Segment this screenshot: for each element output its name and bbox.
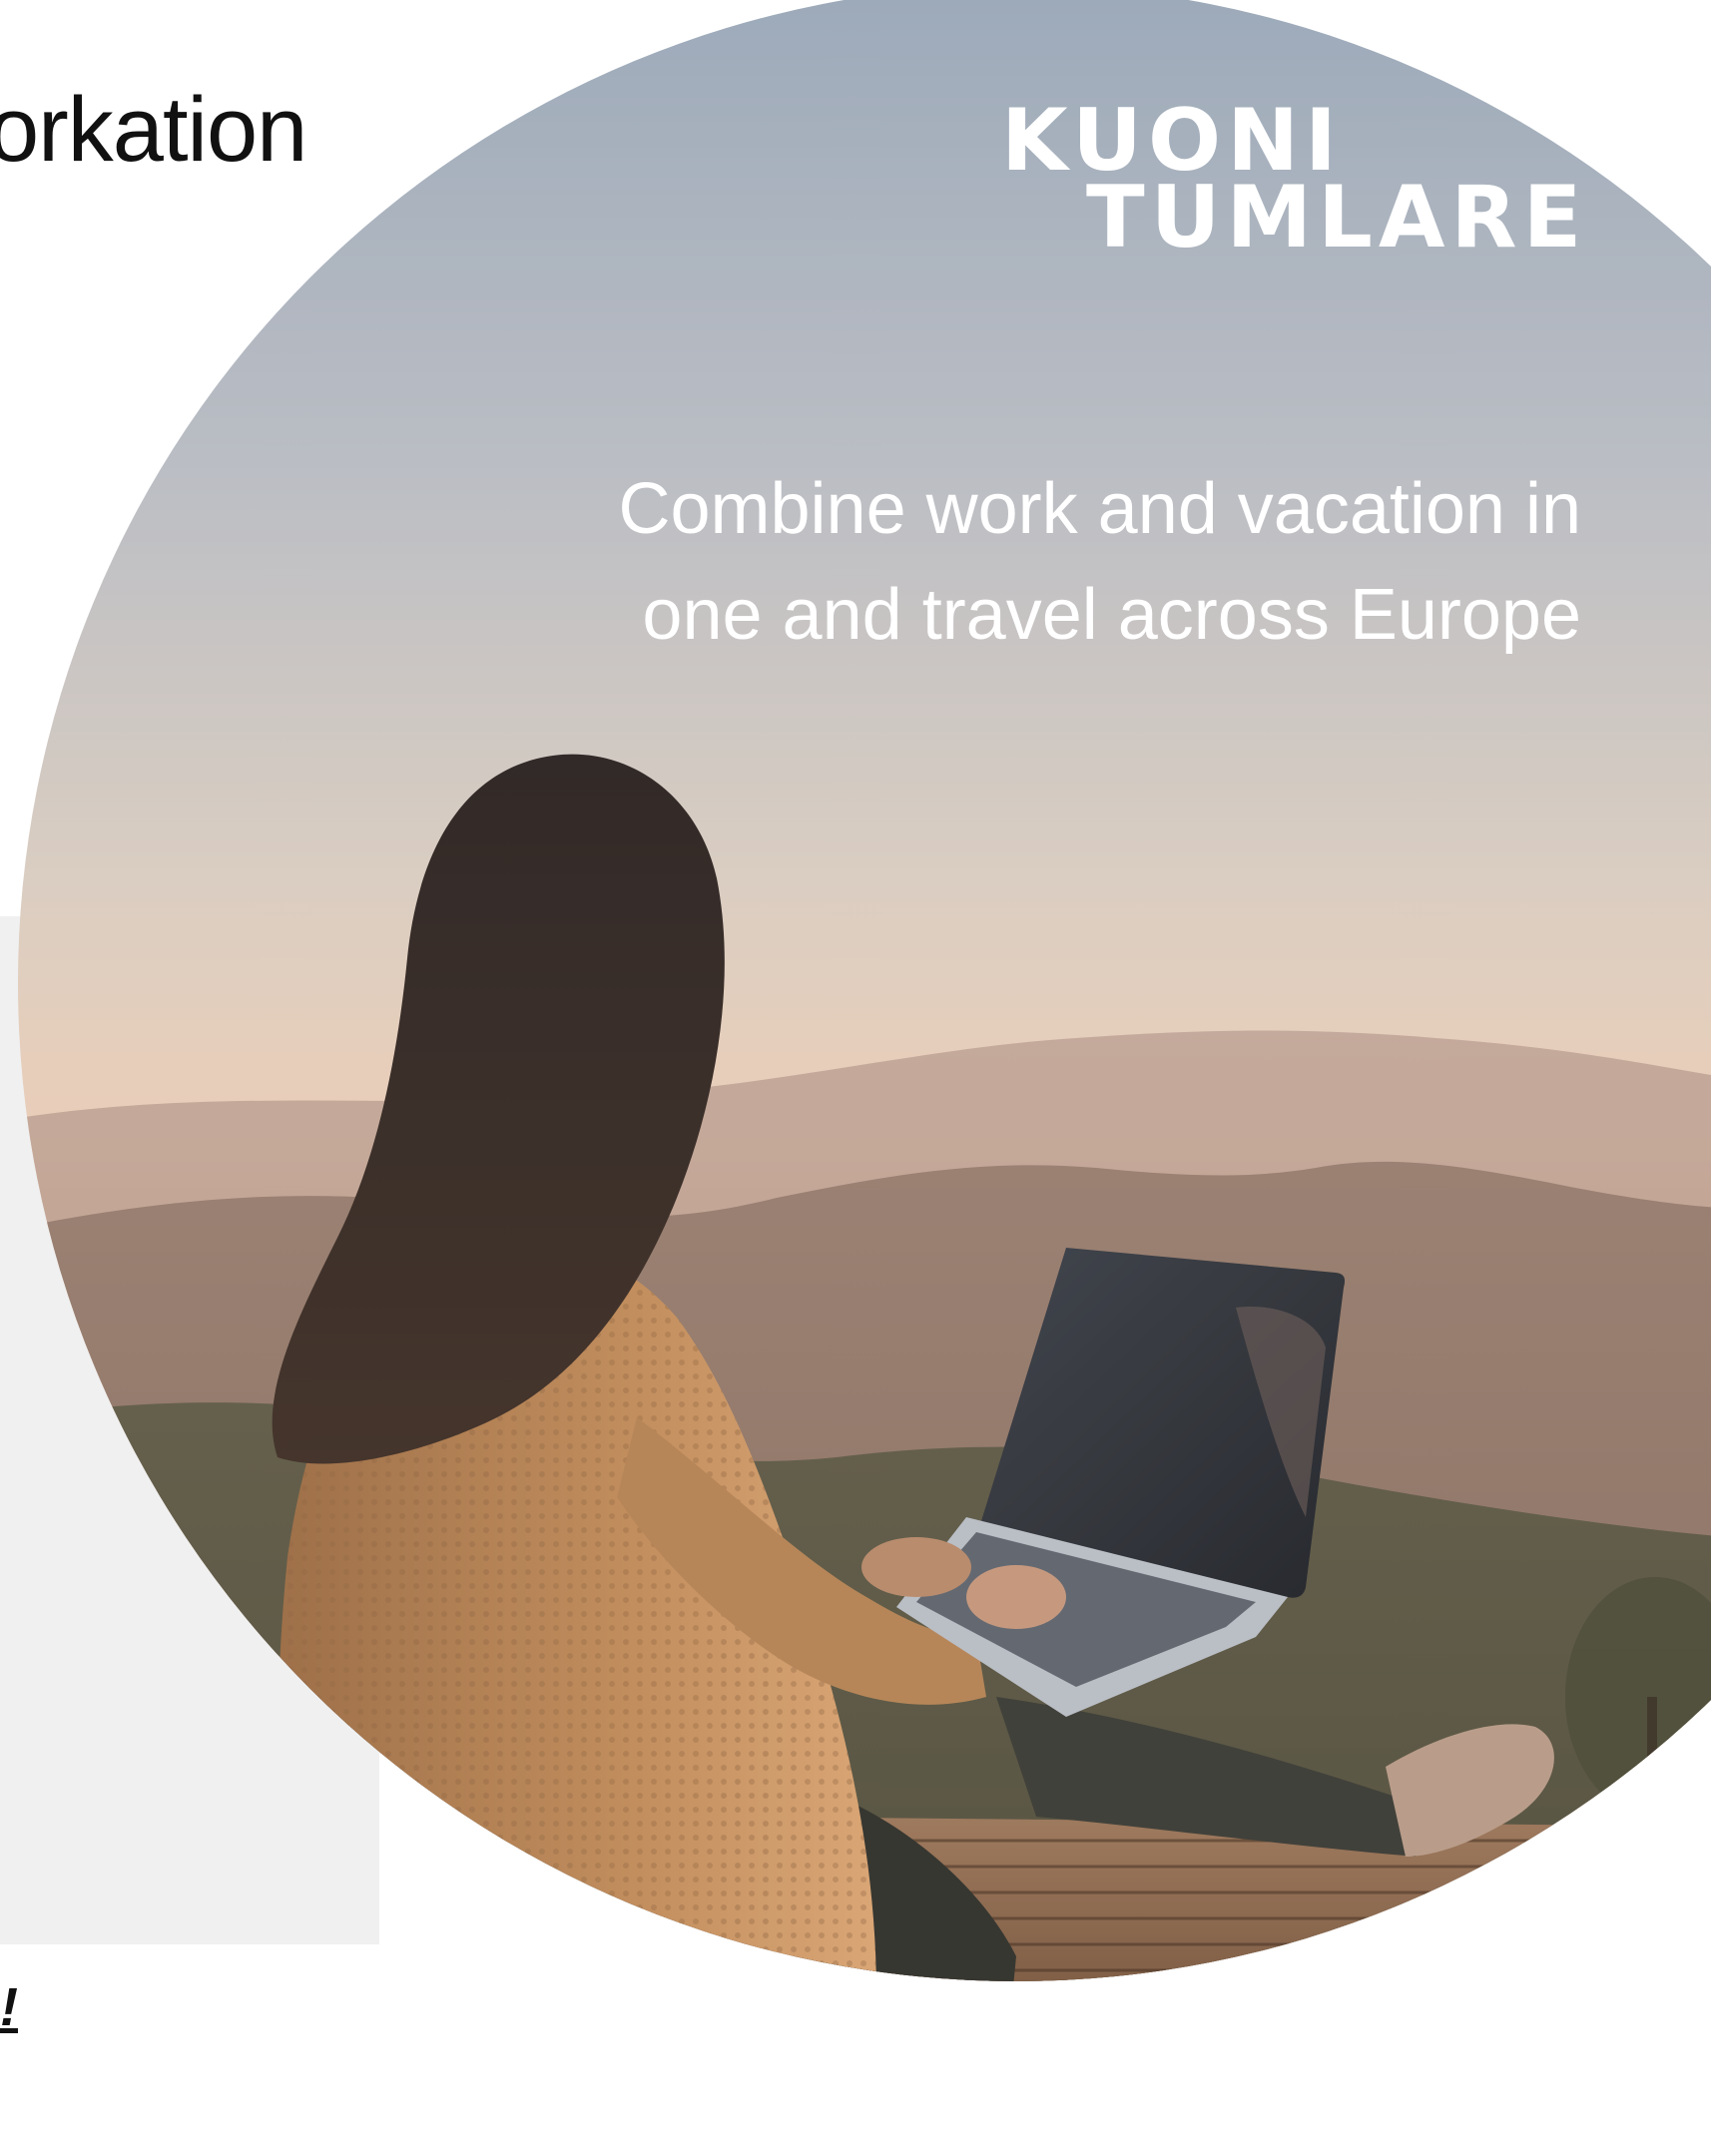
logo-line-2: TUMLARE xyxy=(1086,168,1588,269)
hero-image-circle: KUONI TUMLARE Combine work and vacation … xyxy=(18,0,1711,1981)
hero-scene xyxy=(18,0,1711,1981)
tagline-line-2: one and travel across Europe xyxy=(642,575,1581,655)
hero-photo xyxy=(18,0,1711,1981)
hero-tagline: Combine work and vacation in one and tra… xyxy=(583,456,1581,668)
tagline-line-1: Combine work and vacation in xyxy=(618,469,1581,549)
footer-link[interactable]: ! xyxy=(0,1976,18,2038)
brand-logo: KUONI TUMLARE xyxy=(1001,98,1588,269)
